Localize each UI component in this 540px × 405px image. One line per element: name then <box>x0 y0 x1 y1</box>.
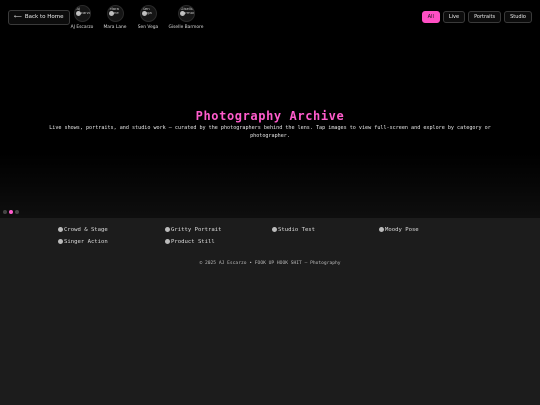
broken-image-icon <box>58 227 63 232</box>
carousel-dots <box>3 210 21 214</box>
broken-image-icon <box>165 239 170 244</box>
gallery-item[interactable]: Studio Test <box>272 225 379 234</box>
broken-image-icon <box>58 239 63 244</box>
gallery-item-alt: Gritty Portrait <box>171 226 222 233</box>
footer-text: © 2025 AJ Escarzo • FOOK UP HOOK SHIT — … <box>199 261 341 266</box>
photographer-name: Sen Vega <box>137 25 159 30</box>
gallery-item[interactable]: Product Still <box>165 237 272 246</box>
photographer-name: AJ Escarzo <box>70 25 94 30</box>
broken-image-icon <box>165 227 170 232</box>
gallery-item[interactable]: Singer Action <box>58 237 165 246</box>
filter-studio-button[interactable]: Studio <box>504 11 532 23</box>
photographer-name: Giselle Barmore <box>168 25 204 30</box>
back-to-home-button[interactable]: ⟵ Back to Home <box>8 10 70 25</box>
gallery-item-alt: Product Still <box>171 238 215 245</box>
carousel-dot[interactable] <box>15 210 19 214</box>
avatar[interactable]: Giselle Barmore <box>177 5 195 22</box>
avatar-alt-text: Mara Lane <box>109 6 120 15</box>
avatar-alt-text: AJ Escarzo <box>76 6 91 15</box>
gallery-item-alt: Moody Pose <box>385 226 419 233</box>
avatar[interactable]: Sen Vega <box>139 5 157 22</box>
avatar-alt-text: Giselle Barmore <box>180 6 194 15</box>
avatar[interactable]: AJ Escarzo <box>73 5 91 22</box>
gallery-item[interactable]: Gritty Portrait <box>165 225 272 234</box>
photographer-item[interactable]: Giselle Barmore Giselle Barmore <box>165 5 207 30</box>
carousel-dot-active[interactable] <box>9 210 13 214</box>
gallery-item[interactable]: Crowd & Stage <box>58 225 165 234</box>
photographer-item[interactable]: Mara Lane Mara Lane <box>99 5 131 30</box>
broken-image-icon <box>272 227 277 232</box>
filter-live-button[interactable]: Live <box>442 11 466 23</box>
carousel-dot[interactable] <box>3 210 7 214</box>
page-title: Photography Archive <box>195 109 345 123</box>
filter-bar: All Live Portraits Studio <box>419 11 532 23</box>
gallery-item[interactable]: Moody Pose <box>379 225 486 234</box>
avatar[interactable]: Mara Lane <box>106 5 124 22</box>
photographer-item[interactable]: AJ Escarzo AJ Escarzo <box>66 5 98 30</box>
arrow-left-icon: ⟵ <box>14 14 22 20</box>
photographer-list: AJ Escarzo AJ Escarzo Mara Lane Mara Lan… <box>66 5 208 30</box>
gallery-item-alt: Crowd & Stage <box>64 226 108 233</box>
photographer-item[interactable]: Sen Vega Sen Vega <box>132 5 164 30</box>
page-description: Live shows, portraits, and studio work —… <box>49 125 491 139</box>
filter-all-button[interactable]: All <box>421 11 440 23</box>
gallery-item-alt: Studio Test <box>278 226 316 233</box>
filter-portraits-button[interactable]: Portraits <box>468 11 502 23</box>
gallery-item-alt: Singer Action <box>64 238 108 245</box>
back-label: Back to Home <box>24 14 64 20</box>
photographer-name: Mara Lane <box>103 25 127 30</box>
broken-image-icon <box>379 227 384 232</box>
gallery-grid: Crowd & Stage Gritty Portrait Studio Tes… <box>58 225 488 246</box>
avatar-alt-text: Sen Vega <box>142 6 152 15</box>
